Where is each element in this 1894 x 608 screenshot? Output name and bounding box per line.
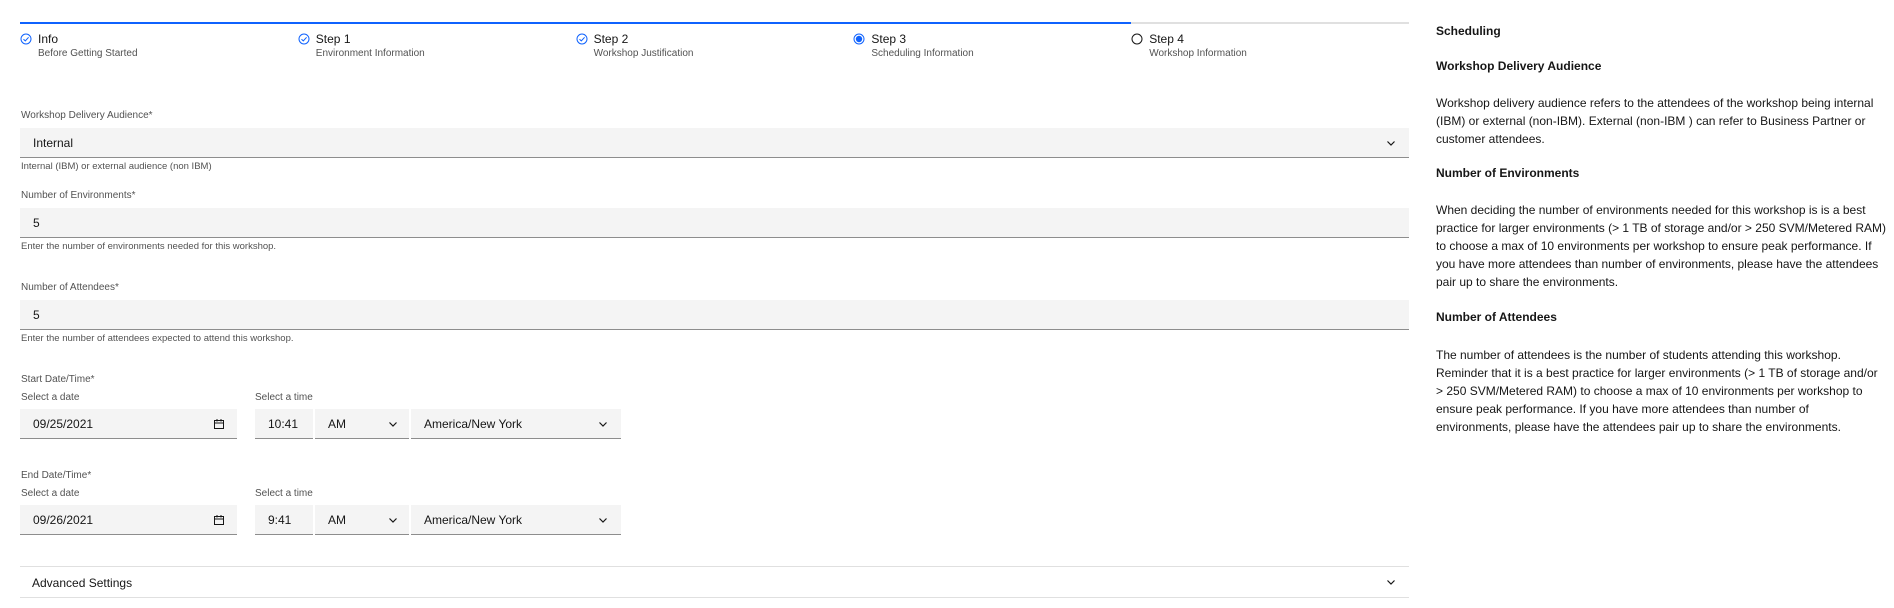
advanced-settings-accordion[interactable]: Advanced Settings xyxy=(20,566,1409,598)
section-text-environments: When deciding the number of environments… xyxy=(1436,203,1886,289)
form-area: Info Before Getting Started Step 1 Envir… xyxy=(0,0,1421,608)
attendees-helper: Enter the number of attendees expected t… xyxy=(21,333,294,344)
checkmark-outline-icon xyxy=(298,33,310,45)
sidebar-title: Scheduling xyxy=(1436,24,1501,38)
end-time-label: Select a time xyxy=(255,488,313,499)
end-ampm-select[interactable]: AM xyxy=(315,505,409,535)
help-sidebar: Scheduling Workshop Delivery Audience Wo… xyxy=(1421,0,1894,608)
chevron-down-icon xyxy=(1387,140,1395,146)
chevron-down-icon xyxy=(1387,580,1395,585)
audience-value: Internal xyxy=(33,135,74,150)
attendees-label: Number of Attendees* xyxy=(21,282,119,293)
step-title: Step 2 xyxy=(593,32,629,46)
start-time-input[interactable]: 10:41 xyxy=(255,409,313,439)
chevron-down-icon xyxy=(389,517,397,523)
section-text-attendees: The number of attendees is the number of… xyxy=(1436,348,1878,434)
end-timezone-value: America/New York xyxy=(424,512,523,527)
audience-helper: Internal (IBM) or external audience (non… xyxy=(21,161,212,172)
chevron-down-icon xyxy=(599,421,607,427)
start-datetime-label: Start Date/Time* xyxy=(21,374,95,385)
audience-label: Workshop Delivery Audience* xyxy=(21,110,153,121)
end-time-value: 9:41 xyxy=(268,512,292,527)
audience-select[interactable]: Internal xyxy=(20,128,1409,158)
calendar-icon[interactable] xyxy=(213,418,225,430)
attendees-value: 5 xyxy=(33,307,40,322)
step-title: Step 4 xyxy=(1149,32,1184,46)
section-heading-environments: Number of Environments xyxy=(1436,166,1580,180)
start-date-input[interactable]: 09/25/2021 xyxy=(20,409,237,439)
step-subtitle: Environment Information xyxy=(315,48,425,59)
chevron-down-icon xyxy=(389,421,397,427)
chevron-down-icon xyxy=(599,517,607,523)
end-date-input[interactable]: 09/26/2021 xyxy=(20,505,237,535)
checkmark-outline-icon xyxy=(20,33,32,45)
end-timezone-select[interactable]: America/New York xyxy=(411,505,621,535)
start-timezone-select[interactable]: America/New York xyxy=(411,409,621,439)
current-step-icon xyxy=(853,33,865,45)
advanced-settings-label: Advanced Settings xyxy=(32,576,133,590)
step-subtitle: Scheduling Information xyxy=(871,48,974,59)
start-date-value: 09/25/2021 xyxy=(33,416,94,431)
step-3[interactable]: Step 3 Scheduling Information xyxy=(853,22,1132,62)
incomplete-circle-icon xyxy=(1131,33,1143,45)
environments-helper: Enter the number of environments needed … xyxy=(21,241,277,252)
calendar-icon[interactable] xyxy=(213,514,225,526)
step-subtitle: Workshop Information xyxy=(1149,48,1247,59)
step-info[interactable]: Info Before Getting Started xyxy=(20,22,298,62)
step-title: Info xyxy=(38,32,59,46)
end-date-label: Select a date xyxy=(21,488,80,499)
step-title: Step 1 xyxy=(315,32,351,46)
step-4[interactable]: Step 4 Workshop Information xyxy=(1131,22,1409,62)
end-time-input[interactable]: 9:41 xyxy=(255,505,313,535)
step-subtitle: Workshop Justification xyxy=(593,48,694,59)
environments-label: Number of Environments* xyxy=(21,190,136,201)
end-date-value: 09/26/2021 xyxy=(33,512,94,527)
step-1[interactable]: Step 1 Environment Information xyxy=(297,22,576,62)
attendees-input[interactable]: 5 xyxy=(20,300,1409,330)
section-heading-attendees: Number of Attendees xyxy=(1436,310,1557,324)
environments-value: 5 xyxy=(33,215,40,230)
section-heading-audience: Workshop Delivery Audience xyxy=(1436,59,1602,73)
start-timezone-value: America/New York xyxy=(424,416,523,431)
end-ampm-value: AM xyxy=(328,512,346,527)
start-ampm-select[interactable]: AM xyxy=(315,409,409,439)
checkmark-outline-icon xyxy=(576,33,588,45)
start-time-value: 10:41 xyxy=(268,416,299,431)
progress-indicator: Info Before Getting Started Step 1 Envir… xyxy=(20,22,1409,62)
start-ampm-value: AM xyxy=(328,416,346,431)
environments-input[interactable]: 5 xyxy=(20,208,1409,238)
step-subtitle: Before Getting Started xyxy=(38,48,138,59)
step-title: Step 3 xyxy=(871,32,907,46)
start-time-label: Select a time xyxy=(255,392,313,403)
step-2[interactable]: Step 2 Workshop Justification xyxy=(575,22,854,62)
end-datetime-label: End Date/Time* xyxy=(21,470,92,481)
section-text-audience: Workshop delivery audience refers to the… xyxy=(1436,96,1874,146)
start-date-label: Select a date xyxy=(21,392,80,403)
